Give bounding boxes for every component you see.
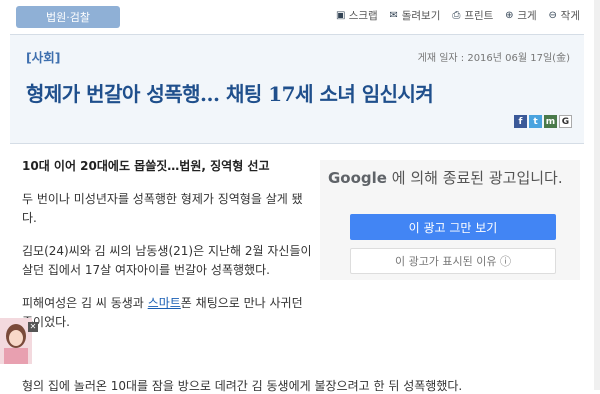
article-header: [사회] 게재 일자 : 2016년 06월 17일(金) 형제가 번갈아 성폭… xyxy=(10,34,584,144)
share-mail-button[interactable]: ✉ 돌려보기 xyxy=(388,8,441,23)
smart-link[interactable]: 스마트 xyxy=(148,296,181,310)
zoom-in-icon: ⊕ xyxy=(505,10,514,21)
paragraph-1: 두 번이나 미성년자를 성폭행한 형제가 징역형을 살게 됐다. xyxy=(22,192,303,225)
facebook-icon[interactable]: f xyxy=(514,115,527,128)
section-label: [사회] xyxy=(26,50,61,65)
scrollbar[interactable] xyxy=(594,0,600,390)
zoom-out-icon: ⊖ xyxy=(548,10,557,21)
ad-closed-text: 에 의해 종료된 광고입니다. xyxy=(386,169,563,187)
paragraph-2: 김모(24)씨와 김 씨의 남동생(21)은 지난해 2월 자신들이 살던 집에… xyxy=(22,244,312,277)
paragraph-3-start: 피해여성은 김 씨 동생과 xyxy=(22,296,148,310)
print-button[interactable]: ⎙ 프린트 xyxy=(450,8,493,23)
print-icon: ⎙ xyxy=(452,10,461,21)
google-icon[interactable]: G xyxy=(559,115,572,128)
topbar: 법원·검찰 ▣ 스크랩 ✉ 돌려보기 ⎙ 프린트 ⊕ 크게 ⊖ 작게 xyxy=(0,0,600,34)
article-tools: ▣ 스크랩 ✉ 돌려보기 ⎙ 프린트 ⊕ 크게 ⊖ 작게 xyxy=(335,8,580,23)
headline: 형제가 번갈아 성폭행… 채팅 17세 소녀 임신시켜 xyxy=(26,82,434,106)
font-larger-button[interactable]: ⊕ 크게 xyxy=(503,8,537,23)
closed-ad-panel: Google 에 의해 종료된 광고입니다. 이 광고 그만 보기 이 광고가 … xyxy=(320,160,580,280)
paragraph-4-partial: 형의 집에 놀러온 10대를 잠을 방으로 데려간 김 동생에게 불장으려고 한… xyxy=(22,379,463,393)
close-icon[interactable]: ✕ xyxy=(28,322,38,332)
why-this-ad-button[interactable]: 이 광고가 표시된 이유 ⓘ xyxy=(350,248,556,274)
google-brand: Google xyxy=(328,169,387,187)
publish-date: 게재 일자 : 2016년 06월 17일(金) xyxy=(417,53,570,64)
me2day-icon[interactable]: m xyxy=(544,115,557,128)
mail-icon: ✉ xyxy=(389,10,398,21)
font-smaller-label: 작게 xyxy=(560,10,580,22)
category-tab[interactable]: 법원·검찰 xyxy=(16,6,120,28)
ad-closed-message: Google 에 의해 종료된 광고입니다. xyxy=(328,168,576,189)
article-body: 10대 이어 20대에도 몹쓸짓…법원, 징역형 선고 두 번이나 미성년자를 … xyxy=(22,150,312,346)
scrap-label: 스크랩 xyxy=(348,10,378,22)
font-larger-label: 크게 xyxy=(517,10,537,22)
scrap-icon: ▣ xyxy=(336,10,346,21)
stop-seeing-ad-button[interactable]: 이 광고 그만 보기 xyxy=(350,214,556,240)
print-label: 프린트 xyxy=(464,10,494,22)
share-buttons: f t m G xyxy=(514,115,572,128)
paragraph-3: 피해여성은 김 씨 동생과 스마트폰 채팅으로 만나 사귀던 중이었다. xyxy=(22,294,312,332)
scrap-button[interactable]: ▣ 스크랩 xyxy=(335,8,378,23)
twitter-icon[interactable]: t xyxy=(529,115,542,128)
article-subhead: 10대 이어 20대에도 몹쓸짓…법원, 징역형 선고 xyxy=(22,159,270,173)
font-smaller-button[interactable]: ⊖ 작게 xyxy=(547,8,580,23)
share-mail-label: 돌려보기 xyxy=(401,10,441,22)
